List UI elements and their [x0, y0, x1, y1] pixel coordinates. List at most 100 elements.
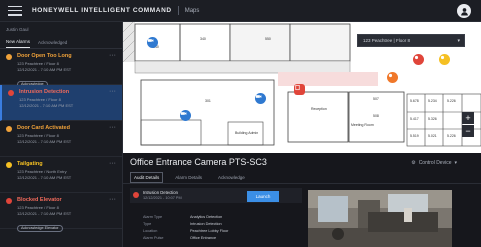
- alert-icon: [133, 192, 139, 198]
- alarm-title: Blocked Elevator: [17, 197, 62, 203]
- divider: [123, 183, 481, 184]
- more-options-icon[interactable]: ···: [109, 124, 116, 131]
- device-detail-panel: Office Entrance Camera PTS-SC3 ⚙ Control…: [123, 153, 481, 247]
- svg-text:5.226: 5.226: [447, 134, 456, 138]
- brand-title: HONEYWELL INTELLIGENT COMMAND: [32, 7, 172, 14]
- detail-row: Alarm Type Analytics Detection: [143, 213, 228, 220]
- header-divider: [177, 6, 179, 15]
- svg-text:5.519: 5.519: [410, 134, 419, 138]
- camera-marker-icon[interactable]: [147, 37, 158, 48]
- alarm-time: 12/12/2021 - 7:10 AM PM EST: [19, 103, 74, 108]
- alarm-item[interactable]: Intrusion Detection 123 Peachtree / Floo…: [0, 85, 122, 121]
- alarm-location: 123 Peachtree / North Entry: [17, 168, 67, 174]
- alarm-severity-icon: [6, 126, 12, 132]
- alarm-marker-icon[interactable]: [439, 54, 450, 65]
- menu-icon[interactable]: [8, 5, 22, 16]
- sidebar-heading: Justin Gaul: [6, 27, 29, 32]
- tab-audit-details[interactable]: Audit Details: [130, 172, 164, 183]
- app-window: HONEYWELL INTELLIGENT COMMAND Maps Justi…: [0, 0, 481, 247]
- launch-button[interactable]: Launch: [247, 191, 279, 202]
- svg-text:5.326: 5.326: [428, 117, 437, 121]
- detail-row: Alarm Pulse Office Entrance: [143, 234, 228, 241]
- tab-alarm-details[interactable]: Alarm Details: [171, 172, 206, 183]
- detail-row: Type Intrusion Detection: [143, 220, 228, 227]
- user-avatar-icon[interactable]: [457, 4, 471, 18]
- alarm-marker-icon[interactable]: [387, 72, 398, 83]
- device-title: Office Entrance Camera PTS-SC3: [130, 157, 267, 167]
- more-options-icon[interactable]: ···: [109, 196, 116, 203]
- event-time: 12/12/2021 - 10:07 PM: [143, 196, 182, 200]
- alarm-severity-icon: [6, 54, 12, 60]
- svg-text:5.226: 5.226: [447, 99, 456, 103]
- gear-icon: ⚙: [411, 160, 416, 166]
- alarm-location: 123 Peachtree / Floor 8: [17, 204, 59, 210]
- chevron-down-icon: ▾: [454, 160, 457, 166]
- alarm-item[interactable]: Door Open Too Long 123 Peachtree / Floor…: [0, 49, 122, 88]
- alarm-time: 12/12/2021 - 7:10 AM PM EST: [17, 211, 72, 216]
- zoom-out-button[interactable]: −: [462, 125, 474, 137]
- alarm-location: 123 Peachtree / Floor 8: [17, 60, 59, 66]
- door-alarm-marker-icon[interactable]: [294, 84, 305, 95]
- alarm-time: 12/12/2021 - 7:10 AM PM EST: [17, 175, 72, 180]
- detail-row: Location Peachtree Lobby Floor: [143, 227, 228, 234]
- detail-label: Alarm Pulse: [143, 235, 164, 240]
- room-label: 301: [205, 99, 211, 103]
- room-label: Building Admin: [235, 131, 258, 135]
- room-label: Meeting Room: [351, 123, 374, 127]
- control-device-label: Control Device: [418, 160, 452, 166]
- section-title[interactable]: Maps: [185, 8, 200, 14]
- tab-acknowledge[interactable]: Acknowledge: [214, 172, 249, 183]
- svg-text:5.417: 5.417: [410, 117, 419, 121]
- room-label: 550: [265, 37, 271, 41]
- detail-value: Analytics Detection: [190, 214, 223, 219]
- alarm-severity-icon: [8, 90, 14, 96]
- alarm-title: Door Card Activated: [17, 125, 70, 131]
- detail-label: Type: [143, 221, 152, 226]
- camera-feed[interactable]: [308, 190, 452, 247]
- alarm-item[interactable]: Tailgating 123 Peachtree / North Entry 1…: [0, 157, 122, 193]
- alarm-severity-icon: [6, 198, 12, 204]
- detail-value: Office Entrance: [190, 235, 217, 240]
- room-label: Reception: [311, 107, 327, 111]
- svg-text:5.678: 5.678: [410, 99, 419, 103]
- room-label: 507: [373, 97, 379, 101]
- alarm-location: 123 Peachtree / Floor 8: [19, 96, 61, 102]
- svg-text:5.021: 5.021: [428, 134, 437, 138]
- alarm-location: 123 Peachtree / Floor 8: [17, 132, 59, 138]
- more-options-icon[interactable]: ···: [109, 88, 116, 95]
- detail-label: Location: [143, 228, 158, 233]
- alarm-item[interactable]: Door Card Activated 123 Peachtree / Floo…: [0, 121, 122, 157]
- floor-selector-value: 123 Peachtree | Floor 8: [363, 38, 410, 43]
- floor-map[interactable]: 240 340 550 301 Reception Building Admin…: [123, 22, 481, 153]
- camera-feed-image: [308, 190, 452, 247]
- acknowledge-button[interactable]: Acknowledge Elevator: [17, 224, 63, 232]
- detail-value: Peachtree Lobby Floor: [190, 228, 229, 233]
- more-options-icon[interactable]: ···: [109, 52, 116, 59]
- camera-marker-icon[interactable]: [255, 93, 266, 104]
- alarm-time: 12/12/2021 - 7:10 AM PM EST: [17, 67, 72, 72]
- sidebar-tabs: New Alarms Acknowledged: [0, 37, 122, 49]
- detail-table: Alarm Type Analytics Detection Type Intr…: [143, 213, 228, 241]
- alarm-item[interactable]: Blocked Elevator 123 Peachtree / Floor 8…: [0, 193, 122, 232]
- top-bar: HONEYWELL INTELLIGENT COMMAND Maps: [0, 0, 481, 22]
- tab-new-alarms[interactable]: New Alarms: [6, 39, 31, 48]
- alarm-title: Door Open Too Long: [17, 53, 72, 59]
- svg-text:5.234: 5.234: [428, 99, 437, 103]
- more-options-icon[interactable]: ···: [109, 160, 116, 167]
- event-title: Intrusion Detection: [143, 190, 178, 195]
- alarm-marker-icon[interactable]: [413, 54, 424, 65]
- alarm-title: Intrusion Detection: [19, 89, 70, 95]
- tab-acknowledged[interactable]: Acknowledged: [38, 40, 67, 48]
- room-label: 340: [200, 37, 206, 41]
- control-device-button[interactable]: ⚙ Control Device ▾: [411, 160, 457, 166]
- detail-label: Alarm Type: [143, 214, 163, 219]
- alarm-title: Tailgating: [17, 161, 43, 167]
- alarm-time: 12/12/2021 - 7:10 AM PM EST: [17, 139, 72, 144]
- camera-marker-icon[interactable]: [180, 110, 191, 121]
- floor-selector[interactable]: 123 Peachtree | Floor 8 ▾: [357, 34, 465, 47]
- detail-value: Intrusion Detection: [190, 221, 222, 226]
- alarm-severity-icon: [6, 162, 12, 168]
- alarm-sidebar: Justin Gaul New Alarms Acknowledged Door…: [0, 22, 123, 247]
- chevron-down-icon: ▾: [457, 38, 460, 44]
- zoom-in-button[interactable]: +: [462, 112, 474, 124]
